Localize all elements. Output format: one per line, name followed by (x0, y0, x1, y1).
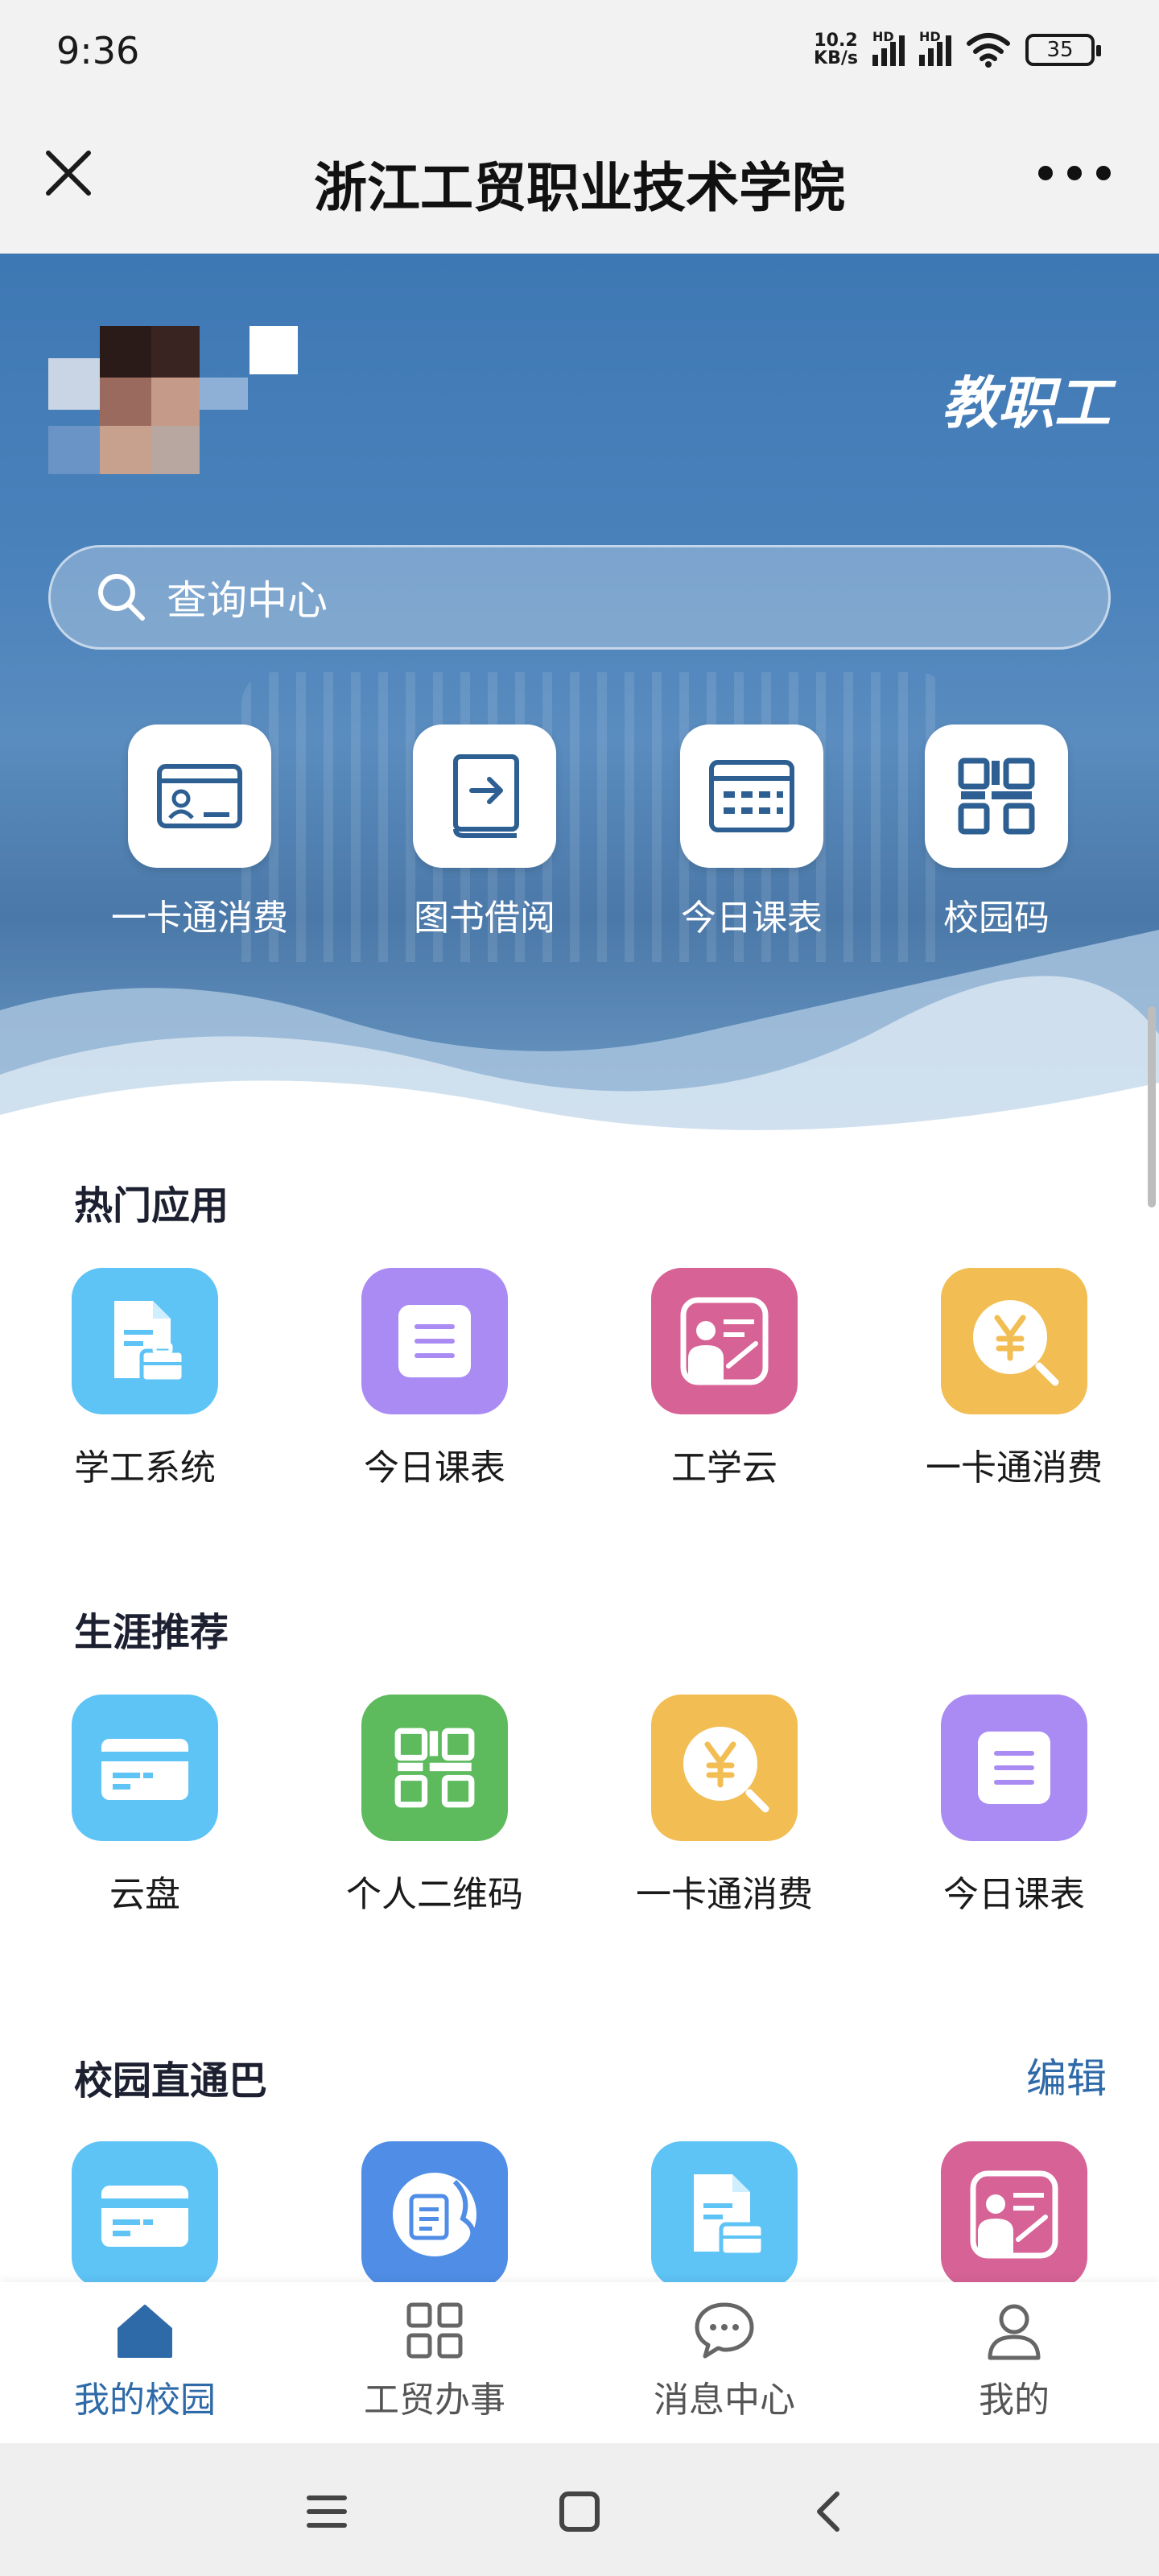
wifi-icon (967, 33, 1010, 68)
document-briefcase-icon (72, 1268, 218, 1414)
search-icon (98, 574, 145, 621)
menu-icon[interactable] (295, 2479, 359, 2544)
app-personal-qr[interactable]: 个人二维码 (290, 1695, 580, 1917)
list-icon (361, 1268, 508, 1414)
app-express-card[interactable] (0, 2141, 290, 2282)
status-bar: 9:36 10.2 KB/s HD HD 35 (0, 0, 1159, 105)
teacher-board-icon (941, 2141, 1087, 2282)
more-icon[interactable] (1038, 161, 1111, 185)
list-icon (941, 1695, 1087, 1841)
app-card-payment-2[interactable]: 一卡通消费 (580, 1695, 869, 1917)
chat-icon (692, 2298, 757, 2363)
schedule-icon (680, 724, 823, 868)
section-title-campus-express: 校园直通巴 (74, 2058, 268, 2103)
bottom-tab-bar: 我的校园 工贸办事 消息中心 我的 (0, 2282, 1159, 2443)
search-placeholder: 查询中心 (167, 577, 328, 624)
qr-code-icon (361, 1695, 508, 1841)
app-today-schedule[interactable]: 今日课表 (290, 1268, 580, 1490)
tab-me[interactable]: 我的 (869, 2298, 1159, 2422)
app-gongxue-cloud[interactable]: 工学云 (580, 1268, 869, 1490)
nav-bar: 浙江工贸职业技术学院 (0, 105, 1159, 254)
scrollbar[interactable] (1148, 1006, 1156, 1208)
quick-action-campus-code[interactable]: 校园码 (876, 724, 1117, 940)
book-icon (413, 724, 556, 868)
system-navigation-bar (0, 2443, 1159, 2576)
status-time: 9:36 (56, 29, 140, 72)
teacher-board-icon (651, 1268, 798, 1414)
battery-icon: 35 (1025, 34, 1101, 66)
signal-icon: HD (919, 29, 951, 66)
back-icon[interactable] (797, 2479, 861, 2544)
status-indicators: 10.2 KB/s HD HD 35 (814, 29, 1101, 68)
avatar[interactable] (48, 326, 298, 487)
app-today-schedule-2[interactable]: 今日课表 (869, 1695, 1159, 1917)
card-icon (72, 1695, 218, 1841)
hot-apps-grid: 学工系统 今日课表 工学云 一卡通消费 (0, 1268, 1159, 1488)
signal-icon: HD (872, 29, 905, 66)
app-card-payment[interactable]: 一卡通消费 (869, 1268, 1159, 1490)
globe-scroll-icon (361, 2141, 508, 2282)
section-title-career: 生涯推荐 (74, 1610, 229, 1655)
network-speed: 10.2 KB/s (814, 31, 858, 68)
campus-express-grid (0, 2141, 1159, 2282)
id-card-icon (128, 724, 271, 868)
app-cloud-drive[interactable]: 云盘 (0, 1695, 290, 1917)
wave-decoration (0, 930, 1159, 1139)
yen-search-icon (651, 1695, 798, 1841)
quick-action-library[interactable]: 图书借阅 (364, 724, 605, 940)
card-icon (72, 2141, 218, 2282)
grid-icon (402, 2298, 467, 2363)
app-student-affairs[interactable]: 学工系统 (0, 1268, 290, 1490)
section-title-hot-apps: 热门应用 (74, 1183, 229, 1228)
app-express-document[interactable] (580, 2141, 869, 2282)
header-banner: 教职工 查询中心 一卡通消费 图书借阅 今日课表 校园码 (0, 254, 1159, 1139)
app-express-globe[interactable] (290, 2141, 580, 2282)
home-square-icon[interactable] (547, 2479, 612, 2544)
home-icon (113, 2298, 177, 2363)
tab-services[interactable]: 工贸办事 (290, 2298, 580, 2422)
quick-action-card-payment[interactable]: 一卡通消费 (79, 724, 320, 940)
search-input[interactable]: 查询中心 (48, 545, 1111, 650)
page-title: 浙江工贸职业技术学院 (314, 157, 845, 219)
person-icon (982, 2298, 1046, 2363)
document-briefcase-icon (651, 2141, 798, 2282)
yen-search-icon (941, 1268, 1087, 1414)
tab-messages[interactable]: 消息中心 (580, 2298, 869, 2422)
tab-my-campus[interactable]: 我的校园 (0, 2298, 290, 2422)
quick-action-schedule[interactable]: 今日课表 (631, 724, 872, 940)
career-grid: 云盘 个人二维码 一卡通消费 今日课表 (0, 1695, 1159, 1915)
role-label: 教职工 (942, 370, 1111, 436)
qr-code-icon (925, 724, 1068, 868)
app-express-teacher[interactable] (869, 2141, 1159, 2282)
edit-button[interactable]: 编辑 (1026, 2046, 1107, 2104)
